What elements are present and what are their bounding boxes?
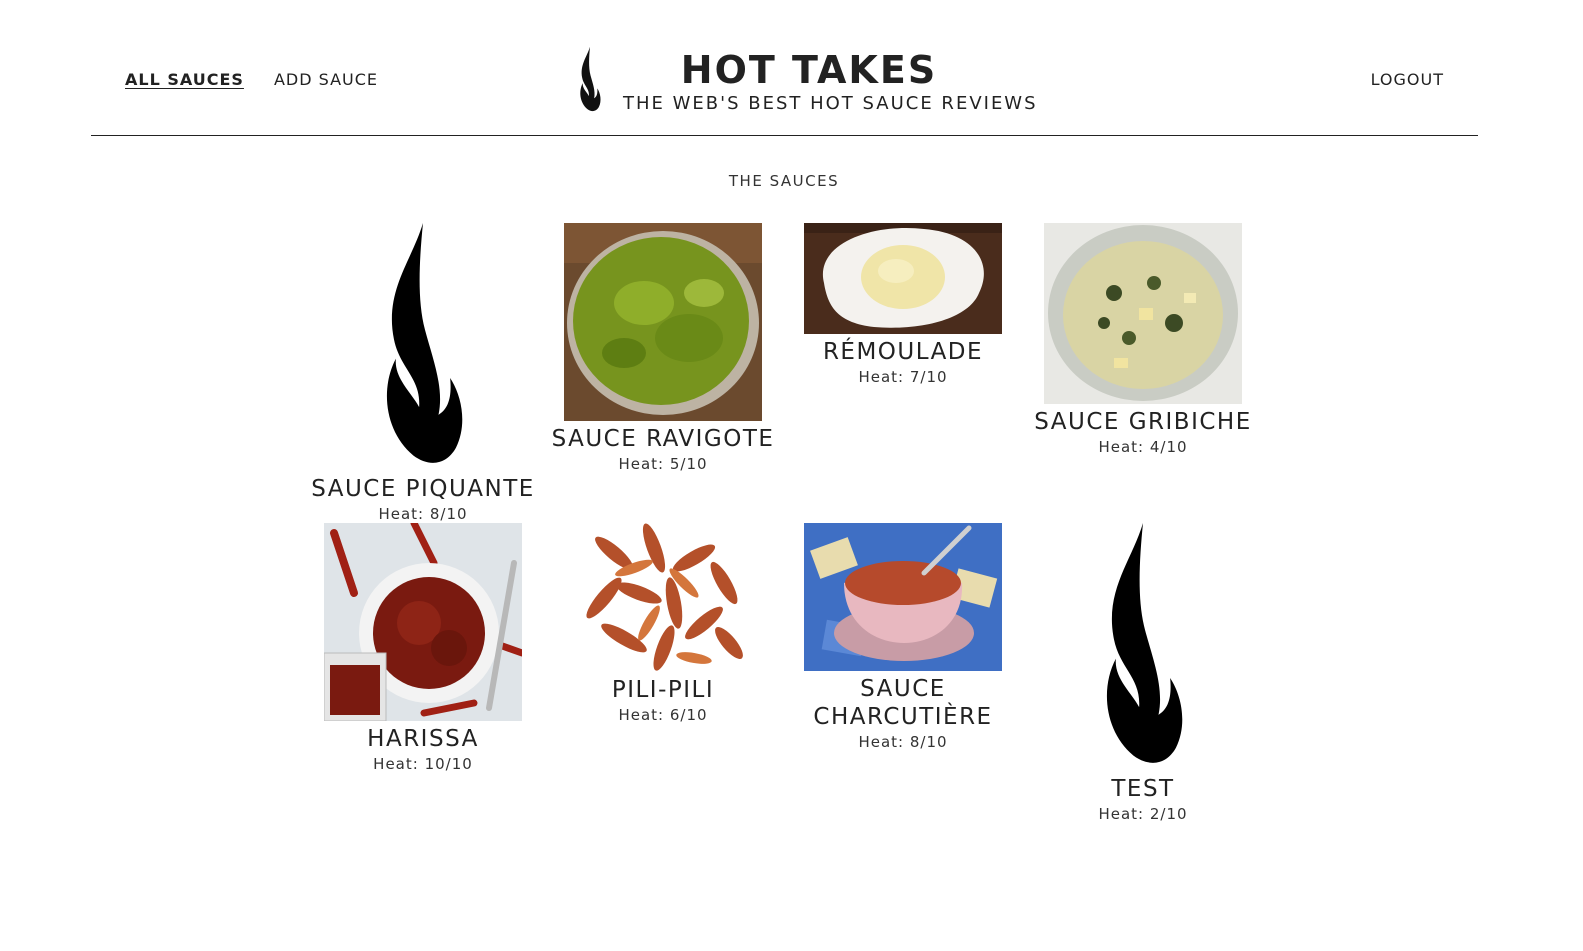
main-nav: ALL SAUCES ADD SAUCE: [125, 70, 378, 89]
sauce-card[interactable]: RÉMOULADE Heat: 7/10: [783, 223, 1023, 386]
sauce-card[interactable]: PILI-PILI Heat: 6/10: [543, 523, 783, 724]
flame-icon: [1106, 523, 1183, 763]
brand-title: HOT TAKES: [680, 48, 938, 92]
brand-subtitle: THE WEB'S BEST HOT SAUCE REVIEWS: [623, 93, 1038, 114]
logout-button[interactable]: LOGOUT: [1371, 70, 1444, 89]
remoulade-plate-image: [804, 223, 1002, 334]
sauce-name: RÉMOULADE: [822, 339, 984, 365]
gribiche-bowl-image: [1044, 223, 1242, 404]
flame-icon: [386, 223, 463, 463]
pili-pili-peppers-image: [564, 523, 762, 672]
site-header: ALL SAUCES ADD SAUCE HOT TAKES THE WEB'S…: [91, 0, 1478, 136]
sauce-card[interactable]: SAUCE RAVIGOTE Heat: 5/10: [543, 223, 783, 473]
sauce-card[interactable]: HARISSA Heat: 10/10: [303, 523, 543, 773]
sauce-heat: Heat: 5/10: [618, 455, 708, 473]
nav-all-sauces[interactable]: ALL SAUCES: [125, 70, 244, 89]
sauce-heat: Heat: 2/10: [1098, 805, 1188, 823]
sauce-heat: Heat: 8/10: [378, 505, 468, 523]
sauce-heat: Heat: 6/10: [618, 706, 708, 724]
sauce-card[interactable]: SAUCE PIQUANTE Heat: 8/10: [303, 223, 543, 523]
section-title: THE SAUCES: [728, 172, 840, 190]
sauce-heat: Heat: 4/10: [1098, 438, 1188, 456]
sauce-card[interactable]: TEST Heat: 2/10: [1023, 523, 1263, 823]
sauce-heat: Heat: 8/10: [858, 733, 948, 751]
charcutiere-gravy-boat-image: [804, 523, 1002, 671]
sauce-name: SAUCE GRIBICHE: [1034, 409, 1252, 435]
sauce-card[interactable]: SAUCE GRIBICHE Heat: 4/10: [1023, 223, 1263, 456]
sauce-name: SAUCE PIQUANTE: [311, 476, 535, 502]
sauce-name: SAUCE CHARCUTIÈRE: [813, 676, 993, 730]
green-sauce-bowl-image: [564, 223, 762, 421]
harissa-bowl-image: [324, 523, 522, 721]
sauce-name: SAUCE RAVIGOTE: [551, 426, 775, 452]
sauce-heat: Heat: 7/10: [858, 368, 948, 386]
flame-logo-icon: [580, 46, 601, 112]
sauce-name: HARISSA: [367, 726, 479, 752]
sauce-name: PILI-PILI: [611, 677, 715, 703]
nav-add-sauce[interactable]: ADD SAUCE: [274, 70, 378, 89]
sauce-heat: Heat: 10/10: [373, 755, 473, 773]
sauce-card[interactable]: SAUCE CHARCUTIÈRE Heat: 8/10: [783, 523, 1023, 751]
sauce-name: TEST: [1111, 776, 1175, 802]
